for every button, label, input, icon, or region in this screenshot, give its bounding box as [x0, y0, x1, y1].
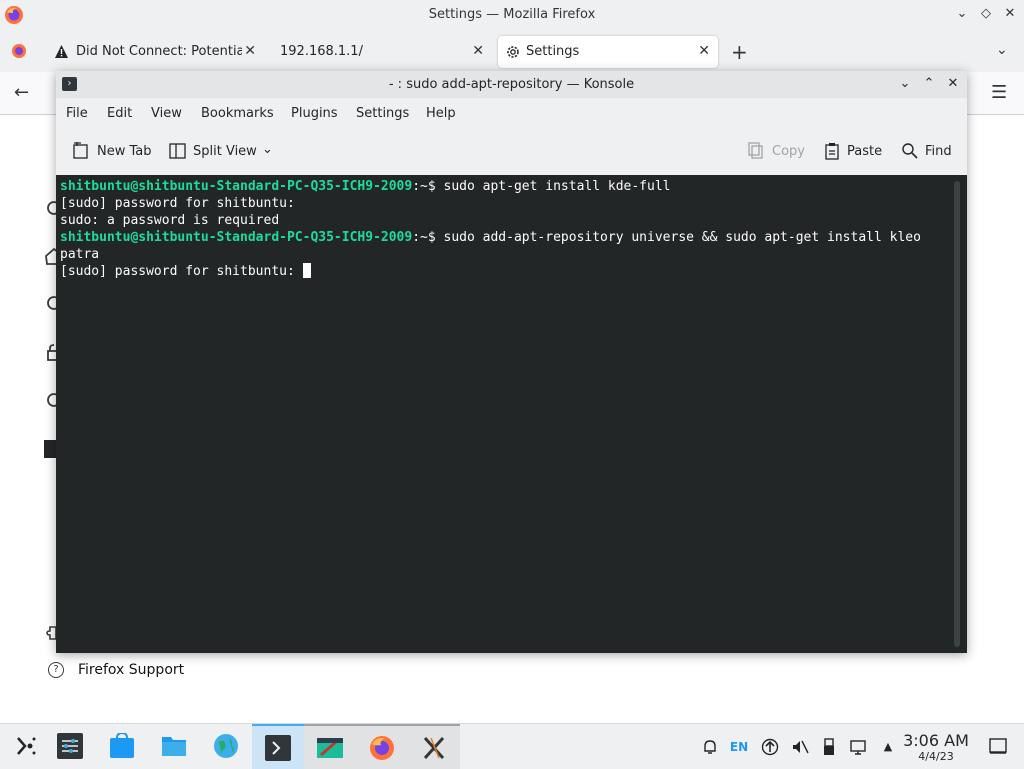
menu-edit[interactable]: Edit: [107, 106, 132, 121]
digital-clock[interactable]: 3:06 AM 4/4/23: [898, 732, 974, 764]
split-view-icon: [169, 143, 186, 159]
new-tab-label: New Tab: [97, 144, 152, 159]
firefox-titlebar: Settings — Mozilla Firefox ⌄ ◇ ✕: [0, 0, 1024, 30]
firefox-tabbar: Did Not Connect: Potential ✕ 192.168.1.1…: [0, 30, 1024, 72]
terminal-line: patra: [60, 247, 100, 262]
folder-icon: [162, 737, 186, 756]
tab-did-not-connect[interactable]: Did Not Connect: Potential ✕: [46, 36, 264, 68]
firefox-window-title: Settings — Mozilla Firefox: [428, 7, 596, 22]
terminal-command: sudo apt-get install kde-full: [443, 179, 671, 194]
terminal-scrollbar[interactable]: [954, 181, 960, 647]
paste-label: Paste: [847, 144, 883, 159]
terminal-prompt: shitbuntu@shitbuntu-Standard-PC-Q35-ICH9…: [60, 179, 413, 194]
copy-icon: [748, 142, 763, 159]
terminal-view[interactable]: shitbuntu@shitbuntu-Standard-PC-Q35-ICH9…: [56, 175, 967, 653]
list-all-tabs-icon[interactable]: ⌄: [996, 42, 1008, 58]
paste-icon: [825, 143, 839, 160]
minimize-icon[interactable]: ⌄: [897, 76, 913, 92]
terminal-output: shitbuntu@shitbuntu-Standard-PC-Q35-ICH9…: [60, 178, 921, 280]
konsole-window: › - : sudo add-apt-repository — Konsole …: [56, 71, 967, 653]
menu-file[interactable]: File: [66, 106, 88, 121]
split-view-label: Split View: [193, 144, 257, 159]
menu-settings[interactable]: Settings: [356, 106, 409, 121]
maximize-icon[interactable]: ⌃: [921, 76, 937, 92]
terminal-path: :~$: [412, 179, 444, 194]
close-icon[interactable]: ✕: [1002, 6, 1018, 22]
tab-router[interactable]: 192.168.1.1/ ✕: [270, 36, 492, 68]
terminal-prompt: shitbuntu@shitbuntu-Standard-PC-Q35-ICH9…: [60, 230, 413, 245]
network-icon[interactable]: [849, 737, 869, 757]
chevron-down-icon[interactable]: ⌄: [262, 142, 273, 157]
tab-settings[interactable]: Settings ✕: [498, 36, 718, 68]
copy-button[interactable]: Copy: [747, 140, 805, 164]
taskbar-discover[interactable]: [96, 724, 148, 769]
menu-view[interactable]: View: [151, 106, 182, 121]
terminal-line: [sudo] password for shitbuntu:: [60, 196, 295, 211]
find-label: Find: [925, 144, 952, 159]
globe-icon: [214, 734, 238, 758]
menu-help[interactable]: Help: [426, 106, 456, 121]
clock-time: 3:06 AM: [903, 731, 969, 750]
taskbar-x-app[interactable]: [408, 724, 460, 769]
terminal-line: sudo: a password is required: [60, 213, 280, 228]
firefox-icon: [370, 736, 394, 760]
new-tab-button[interactable]: +: [731, 40, 748, 64]
terminal-path: :~$: [412, 230, 444, 245]
terminal-icon: [265, 735, 291, 761]
terminal-command: sudo add-apt-repository universe && sudo…: [443, 230, 921, 245]
gear-icon: [507, 46, 519, 58]
close-icon[interactable]: ✕: [945, 76, 961, 92]
x-app-icon: [423, 736, 445, 760]
search-icon: [902, 143, 918, 159]
clock-date: 4/4/23: [918, 750, 954, 763]
show-hidden-icons[interactable]: ▲: [878, 737, 898, 757]
warning-icon: [55, 45, 68, 58]
tab-label: 192.168.1.1/: [280, 44, 363, 59]
konsole-window-title: - : sudo add-apt-repository — Konsole: [388, 77, 635, 92]
terminal-cursor: [302, 263, 311, 278]
taskbar-firefox[interactable]: [356, 724, 408, 769]
tab-label: Did Not Connect: Potential: [76, 44, 242, 59]
konsole-titlebar[interactable]: › - : sudo add-apt-repository — Konsole …: [56, 71, 967, 98]
taskbar-konsole[interactable]: [252, 724, 304, 769]
new-tab-button[interactable]: New Tab: [72, 140, 158, 164]
terminal-line: [sudo] password for shitbuntu:: [60, 264, 303, 279]
discover-store-icon: [110, 733, 134, 758]
keyboard-layout-indicator[interactable]: EN: [729, 737, 749, 757]
split-view-button[interactable]: Split View ⌄: [169, 140, 277, 164]
help-icon: ?: [48, 662, 64, 678]
menu-bookmarks[interactable]: Bookmarks: [201, 106, 274, 121]
launcher-icon: [17, 737, 36, 755]
menu-plugins[interactable]: Plugins: [291, 106, 338, 121]
minimize-icon[interactable]: ⌄: [954, 6, 970, 22]
tab-label: Settings: [526, 44, 580, 59]
settings-app-icon: [57, 733, 83, 759]
editor-icon: [317, 738, 343, 758]
find-button[interactable]: Find: [901, 140, 957, 164]
menu-icon[interactable]: ☰: [991, 82, 1007, 103]
konsole-toolbar: New Tab Split View ⌄ Copy Paste Find: [56, 130, 967, 175]
back-icon[interactable]: ←: [14, 82, 29, 103]
close-tab-icon[interactable]: ✕: [472, 43, 484, 59]
taskbar: EN ▲ 3:06 AM 4/4/23: [0, 723, 1024, 769]
copy-label: Copy: [772, 144, 805, 159]
close-tab-icon[interactable]: ✕: [244, 43, 256, 59]
firefox-support-label: Firefox Support: [78, 662, 185, 678]
maximize-icon[interactable]: ◇: [978, 6, 994, 22]
usb-device-icon[interactable]: [819, 737, 839, 757]
close-tab-icon[interactable]: ✕: [698, 43, 710, 59]
taskbar-kate[interactable]: [304, 724, 356, 769]
taskbar-system-settings[interactable]: [44, 724, 96, 769]
konsole-menubar: File Edit View Bookmarks Plugins Setting…: [56, 98, 967, 130]
volume-muted-icon[interactable]: [790, 737, 810, 757]
firefox-view-icon[interactable]: [11, 43, 27, 59]
notifications-bell-icon[interactable]: [700, 737, 720, 757]
taskbar-dolphin[interactable]: [148, 724, 200, 769]
update-icon[interactable]: [760, 737, 780, 757]
taskbar-browser[interactable]: [200, 724, 252, 769]
paste-button[interactable]: Paste: [823, 140, 883, 164]
new-tab-icon: [73, 142, 88, 159]
show-desktop-icon[interactable]: [988, 736, 1008, 756]
